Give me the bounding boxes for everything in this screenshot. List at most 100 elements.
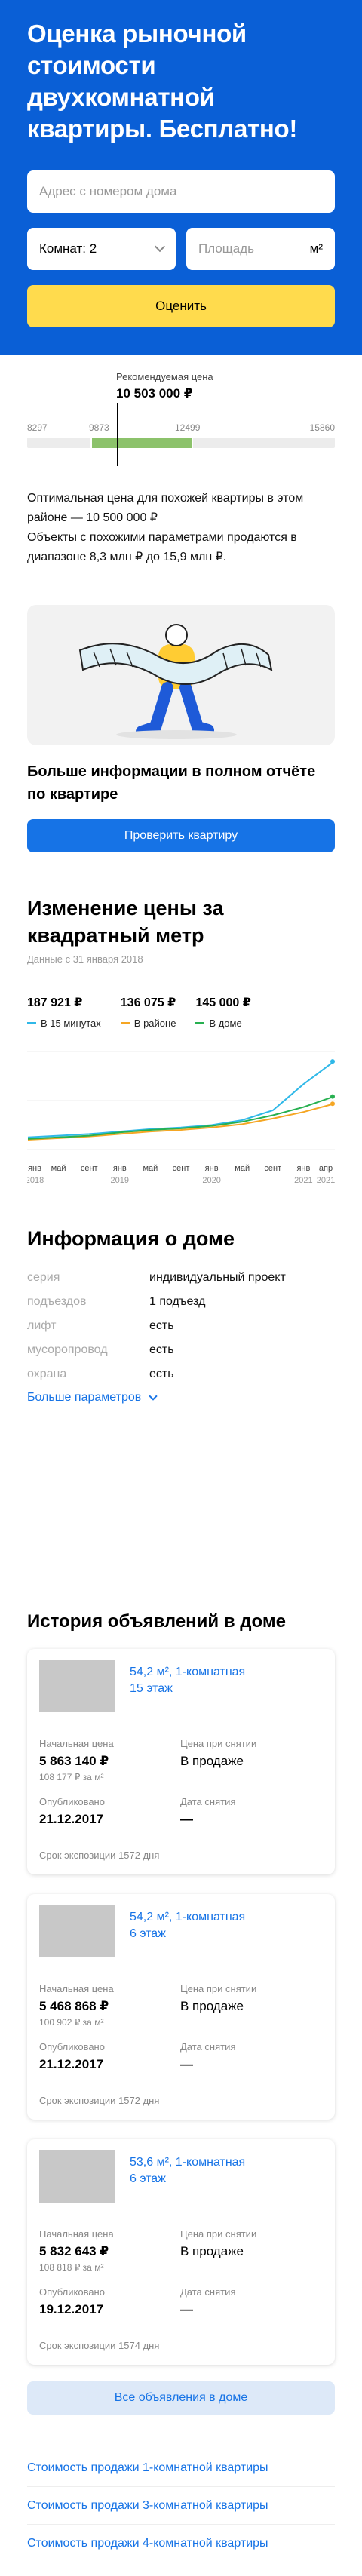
legend-swatch-icon xyxy=(120,1022,130,1024)
listing-photo[interactable] xyxy=(39,1905,115,1957)
rooms-select[interactable]: Комнат: 2 xyxy=(27,228,176,270)
chart-point xyxy=(330,1059,335,1064)
house-info-list: серия индивидуальный проект подъездов 1 по… xyxy=(27,1266,335,1386)
start-price-col: Начальная цена 5 468 868 ₽ 100 902 ₽ за м² xyxy=(39,1983,180,2028)
price-change-title: Изменение цены за квадратный метр xyxy=(27,897,224,947)
page-title: Оценка рыночной стоимости двухкомнатной … xyxy=(27,20,298,143)
price-change-subtitle: Данные с 31 января 2018 xyxy=(27,953,143,965)
start-price-col: Начальная цена 5 863 140 ₽ 108 177 ₽ за м² xyxy=(39,1738,180,1782)
chart-x-tick-label: сент xyxy=(264,1164,281,1173)
published-col: Опубликовано 21.12.2017 xyxy=(39,1796,180,1827)
chart-series-line-2 xyxy=(27,1095,335,1140)
start-price-col: Начальная цена 5 832 643 ₽ 108 818 ₽ за м² xyxy=(39,2228,180,2273)
link-4-room[interactable]: Стоимость продажи 4-комнатной квартиры xyxy=(27,2525,335,2562)
hero-section: Оценка рыночной стоимости двухкомнатной … xyxy=(0,0,362,355)
estimate-button[interactable]: Оценить xyxy=(27,285,335,327)
legend-swatch-icon xyxy=(27,1022,36,1024)
published-date: 19.12.2017 xyxy=(39,2302,104,2317)
start-price-label: Начальная цена xyxy=(39,2228,114,2240)
published-col: Опубликовано 19.12.2017 xyxy=(39,2286,180,2317)
removed-price-col: Цена при снятии В продаже xyxy=(180,1738,321,1782)
info-value: есть xyxy=(149,1368,174,1380)
stat-house: 145 000 ₽ В доме xyxy=(195,995,251,1029)
check-apartment-button[interactable]: Проверить квартиру xyxy=(27,819,335,852)
stat-value: 136 075 ₽ xyxy=(120,996,176,1009)
chart-x-tick-label: май xyxy=(51,1164,66,1173)
info-key: серия xyxy=(27,1271,60,1284)
chart-x-tick-label: сент xyxy=(81,1164,98,1173)
removed-date-label: Дата снятия xyxy=(180,2286,236,2298)
scale-ticks: 8297 9873 12499 15860 xyxy=(27,422,335,434)
history-card: 54,2 м², 1-комнатная 6 этаж Начальная цен… xyxy=(27,1894,335,2120)
price-chart-svg: янв 2018 май сент янв 2019 май сент янв 2020 май се… xyxy=(27,1051,335,1185)
scale-tick: 9873 xyxy=(89,422,109,433)
removed-price-label: Цена при снятии xyxy=(180,2228,257,2240)
removed-col: Дата снятия — xyxy=(180,2286,321,2317)
chart-x-tick-label: 2018 xyxy=(27,1176,44,1185)
card-head: 54,2 м², 1-комнатная 15 этаж xyxy=(39,1660,321,1712)
stat-legend: В доме xyxy=(195,1018,250,1029)
chart-x-tick-label: май xyxy=(235,1164,250,1173)
chart-point xyxy=(330,1101,335,1107)
chart-x-tick-label: сент xyxy=(173,1164,190,1173)
price-per-m2: 100 902 ₽ за м² xyxy=(39,2017,104,2028)
all-listings-button[interactable]: Все объявления в доме xyxy=(27,2381,335,2415)
stat-value: 187 921 ₽ xyxy=(27,996,83,1009)
published-col: Опубликовано 21.12.2017 xyxy=(39,2041,180,2072)
recommended-value: 10 503 000 ₽ xyxy=(116,386,193,401)
published-label: Опубликовано xyxy=(39,2286,105,2298)
listing-status: В продаже xyxy=(180,2244,244,2258)
stat-legend: В 15 минутах xyxy=(27,1018,101,1029)
info-value: 1 подъезд xyxy=(149,1295,206,1308)
chevron-down-icon xyxy=(154,241,166,253)
illustration-person-icon xyxy=(78,624,273,739)
chart-x-tick-label: янв xyxy=(113,1164,127,1173)
published-date: 21.12.2017 xyxy=(39,2057,104,2071)
listing-link[interactable]: 54,2 м², 1-комнатная 6 этаж xyxy=(130,1909,245,1957)
published-date: 21.12.2017 xyxy=(39,1812,104,1826)
removed-col: Дата снятия — xyxy=(180,1796,321,1827)
listing-link[interactable]: 54,2 м², 1-комнатная 15 этаж xyxy=(130,1664,245,1712)
chart-x-tick-label: 2021 xyxy=(317,1176,335,1185)
price-scale: Рекомендуемая цена 10 503 000 ₽ 8297 987… xyxy=(27,355,335,466)
info-key: мусоропровод xyxy=(27,1343,108,1356)
removed-date-label: Дата снятия xyxy=(180,2041,236,2053)
house-info-title: Информация о доме xyxy=(27,1227,235,1250)
listing-photo[interactable] xyxy=(39,2150,115,2203)
area-input[interactable]: Площадь м² xyxy=(186,228,335,270)
card-prices: Начальная цена 5 468 868 ₽ 100 902 ₽ за м²… xyxy=(39,1983,321,2028)
info-key: охрана xyxy=(27,1368,67,1380)
start-price: 5 468 868 ₽ xyxy=(39,1999,109,2013)
listing-link[interactable]: 53,6 м², 1-комнатная 6 этаж xyxy=(130,2154,245,2203)
link-3-room[interactable]: Стоимость продажи 3-комнатной квартиры xyxy=(27,2487,335,2525)
exposure-term: Срок экспозиции 1574 дня xyxy=(39,2340,160,2351)
link-1-room[interactable]: Стоимость продажи 1-комнатной квартиры xyxy=(27,2449,335,2487)
price-description: Оптимальная цена для похожей квартиры в … xyxy=(27,492,304,563)
info-row: лифт есть xyxy=(27,1314,335,1338)
info-value: есть xyxy=(149,1343,174,1356)
price-stats: 187 921 ₽ В 15 минутах 136 075 ₽ В район… xyxy=(27,995,335,1029)
removed-date-label: Дата снятия xyxy=(180,1796,236,1807)
history-cards: 54,2 м², 1-комнатная 15 этаж Начальная це… xyxy=(0,1649,362,2365)
scale-tick: 8297 xyxy=(27,422,48,433)
chart-series-line-0 xyxy=(27,1061,335,1138)
legend-label: В районе xyxy=(133,1018,176,1029)
start-price-label: Начальная цена xyxy=(39,1983,114,1994)
stat-district: 136 075 ₽ В районе xyxy=(120,995,176,1029)
listing-status: В продаже xyxy=(180,1754,244,1768)
chart-point xyxy=(330,1094,335,1099)
info-row: подъездов 1 подъезд xyxy=(27,1290,335,1314)
listing-photo[interactable] xyxy=(39,1660,115,1712)
chart-x-tick-label: 2020 xyxy=(202,1176,220,1185)
address-input[interactable]: Адрес с номером дома xyxy=(27,170,335,213)
scale-tick: 12499 xyxy=(175,422,201,433)
card-head: 53,6 м², 1-комнатная 6 этаж xyxy=(39,2150,321,2203)
removed-price-label: Цена при снятии xyxy=(180,1738,257,1749)
promo-title: Больше информации в полном отчёте по ква… xyxy=(27,763,316,803)
legend-label: В 15 минутах xyxy=(41,1018,101,1029)
removed-price-label: Цена при снятии xyxy=(180,1983,257,1994)
card-prices: Начальная цена 5 863 140 ₽ 108 177 ₽ за м²… xyxy=(39,1738,321,1782)
history-card: 53,6 м², 1-комнатная 6 этаж Начальная цен… xyxy=(27,2139,335,2365)
more-params-link[interactable]: Больше параметров xyxy=(27,1391,335,1405)
more-params-label: Больше параметров xyxy=(27,1391,142,1404)
